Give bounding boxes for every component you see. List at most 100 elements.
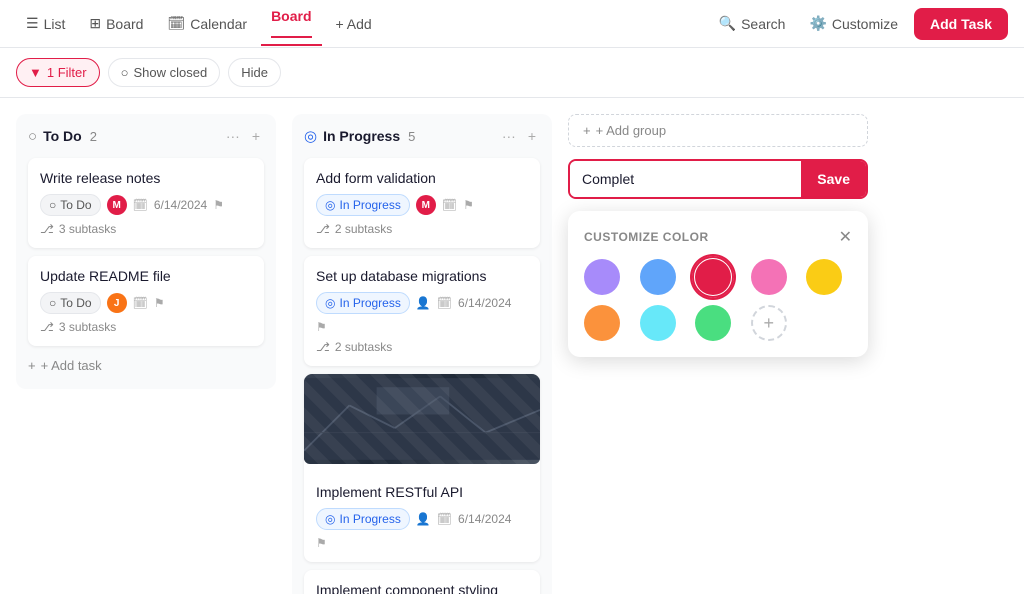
person-icon: 👤 <box>416 512 431 526</box>
color-picker-header: CUSTOMIZE COLOR ✕ <box>584 227 852 247</box>
task-card[interactable]: Implement component styling <box>304 570 540 594</box>
status-inprogress-icon: ◎ <box>325 296 335 310</box>
add-task-label: + Add task <box>41 358 102 373</box>
show-closed-label: Show closed <box>133 65 207 80</box>
filter-label: 1 Filter <box>47 65 87 80</box>
gear-icon: ⚙️ <box>809 15 826 32</box>
status-inprogress-icon: ◎ <box>325 512 335 526</box>
nav-item-list[interactable]: ☰ List <box>16 9 75 38</box>
status-inprogress-label: In Progress <box>339 512 400 526</box>
status-inprogress-label: In Progress <box>339 198 400 212</box>
color-swatch-cyan[interactable] <box>640 305 676 341</box>
color-swatch-orange[interactable] <box>584 305 620 341</box>
new-group-input[interactable] <box>570 161 801 197</box>
task-date: 6/14/2024 <box>154 198 207 212</box>
close-icon[interactable]: ✕ <box>839 227 852 247</box>
color-picker-title: CUSTOMIZE COLOR <box>584 230 709 244</box>
nav-item-board[interactable]: Board <box>261 2 321 46</box>
flag-icon[interactable]: ⚑ <box>463 198 474 212</box>
inprogress-ellipsis-icon[interactable]: ··· <box>498 126 520 146</box>
save-button[interactable]: Save <box>801 161 866 197</box>
search-icon: 🔍 <box>719 15 736 32</box>
todo-column-count: 2 <box>90 129 97 144</box>
add-task-button[interactable]: Add Task <box>914 8 1008 40</box>
nav-item-board-icon[interactable]: ⊞ Board <box>79 9 153 38</box>
nav-item-add[interactable]: + Add <box>326 10 382 38</box>
task-subtasks: ⎇ 3 subtasks <box>40 222 252 236</box>
task-card[interactable]: Write release notes ○ To Do M 🗓 6/14/202… <box>28 158 264 248</box>
add-group-button[interactable]: + + Add group <box>568 114 868 147</box>
flag-icon[interactable]: ⚑ <box>316 320 327 334</box>
flag-icon[interactable]: ⚑ <box>154 296 165 310</box>
task-status-badge[interactable]: ◎ In Progress <box>316 508 410 530</box>
search-button[interactable]: 🔍 Search <box>711 9 794 38</box>
task-image-placeholder <box>304 374 540 464</box>
calendar-meta-icon: 🗓 <box>133 296 148 310</box>
task-meta: ◎ In Progress 👤 🗓 6/14/2024 ⚑ <box>316 508 528 550</box>
flag-icon[interactable]: ⚑ <box>316 536 327 550</box>
column-inprogress: ◎ In Progress 5 ··· + Add form validatio… <box>292 114 552 594</box>
avatar: M <box>416 195 436 215</box>
color-swatch-green[interactable] <box>695 305 731 341</box>
task-status-badge[interactable]: ○ To Do <box>40 292 101 314</box>
customize-label: Customize <box>832 16 898 32</box>
color-swatch-purple[interactable] <box>584 259 620 295</box>
column-todo: ○ To Do 2 ··· + Write release notes ○ To… <box>16 114 276 389</box>
task-title: Set up database migrations <box>316 268 528 284</box>
add-task-plus-icon: + <box>28 358 36 373</box>
column-inprogress-header: ◎ In Progress 5 ··· + <box>304 126 540 146</box>
status-todo-icon: ○ <box>49 296 56 310</box>
todo-ellipsis-icon[interactable]: ··· <box>222 126 244 146</box>
todo-add-icon[interactable]: + <box>248 126 264 146</box>
task-subtasks: ⎇ 2 subtasks <box>316 340 528 354</box>
inprogress-col-actions: ··· + <box>498 126 540 146</box>
filter-button[interactable]: ▼ 1 Filter <box>16 58 100 87</box>
new-group-input-wrapper: Save <box>568 159 868 199</box>
task-status-badge[interactable]: ◎ In Progress <box>316 292 410 314</box>
add-group-area: + + Add group Save CUSTOMIZE COLOR ✕ <box>568 114 868 357</box>
color-grid: + <box>584 259 852 341</box>
color-swatch-yellow[interactable] <box>806 259 842 295</box>
hide-label: Hide <box>241 65 268 80</box>
status-todo-icon: ○ <box>49 198 56 212</box>
hide-button[interactable]: Hide <box>228 58 281 87</box>
subtasks-icon: ⎇ <box>316 222 330 236</box>
nav-list-label: List <box>44 16 66 32</box>
task-status-badge[interactable]: ○ To Do <box>40 194 101 216</box>
inprogress-column-count: 5 <box>408 129 415 144</box>
inprogress-add-icon[interactable]: + <box>524 126 540 146</box>
add-task-link[interactable]: + + Add task <box>28 354 264 377</box>
color-swatch-blue[interactable] <box>640 259 676 295</box>
add-group-plus-icon: + <box>583 123 591 138</box>
task-title: Implement RESTful API <box>316 484 528 500</box>
list-icon: ☰ <box>26 15 39 32</box>
task-date: 6/14/2024 <box>458 296 511 310</box>
todo-col-actions: ··· + <box>222 126 264 146</box>
column-todo-header: ○ To Do 2 ··· + <box>28 126 264 146</box>
task-card[interactable]: Update README file ○ To Do J 🗓 ⚑ ⎇ 3 sub… <box>28 256 264 346</box>
subtasks-label: 2 subtasks <box>335 340 392 354</box>
task-status-badge[interactable]: ◎ In Progress <box>316 194 410 216</box>
color-swatch-pink[interactable] <box>751 259 787 295</box>
task-meta: ○ To Do M 🗓 6/14/2024 ⚑ <box>40 194 252 216</box>
todo-status-icon: ○ <box>28 128 37 145</box>
flag-icon[interactable]: ⚑ <box>213 198 224 212</box>
task-card[interactable]: Set up database migrations ◎ In Progress… <box>304 256 540 366</box>
nav-add-label: + Add <box>336 16 372 32</box>
task-card[interactable]: Add form validation ◎ In Progress M 🗓 ⚑ … <box>304 158 540 248</box>
task-card[interactable]: Implement RESTful API ◎ In Progress 👤 🗓 … <box>304 374 540 562</box>
color-swatch-red[interactable] <box>695 259 731 295</box>
nav-boardicon-label: Board <box>106 16 143 32</box>
board-area: ○ To Do 2 ··· + Write release notes ○ To… <box>0 98 1024 594</box>
task-subtasks: ⎇ 3 subtasks <box>40 320 252 334</box>
subtasks-icon: ⎇ <box>40 320 54 334</box>
task-meta: ◎ In Progress M 🗓 ⚑ <box>316 194 528 216</box>
show-closed-button[interactable]: ○ Show closed <box>108 58 221 87</box>
nav-item-calendar[interactable]: 🗓 Calendar <box>157 9 257 38</box>
calendar-meta-icon: 🗓 <box>437 512 452 526</box>
add-color-button[interactable]: + <box>751 305 787 341</box>
add-group-label: + Add group <box>596 123 666 138</box>
status-inprogress-icon: ◎ <box>325 198 335 212</box>
status-todo-label: To Do <box>60 198 91 212</box>
customize-button[interactable]: ⚙️ Customize <box>801 9 906 38</box>
